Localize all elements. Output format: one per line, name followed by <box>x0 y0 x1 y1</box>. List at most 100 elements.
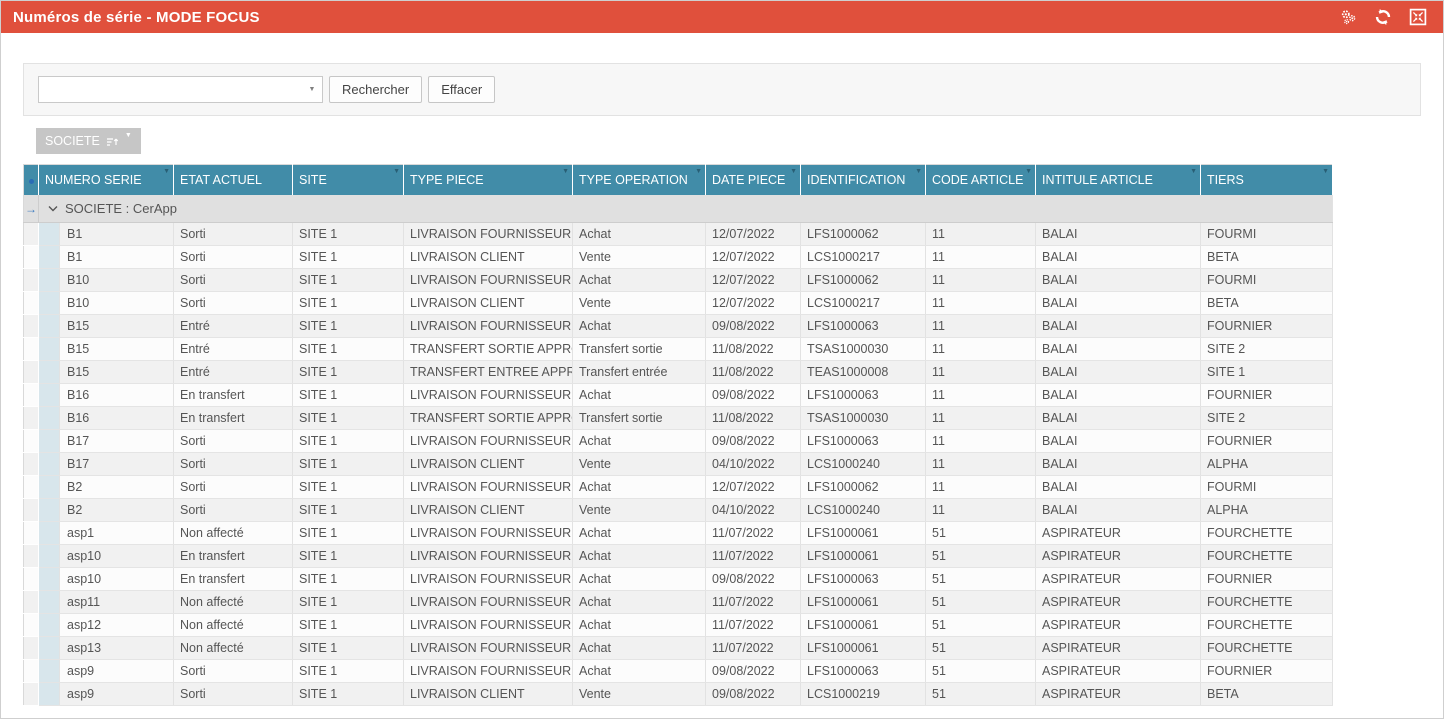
row-indicator[interactable] <box>24 269 39 292</box>
cell-identification[interactable]: LCS1000240 <box>801 453 926 476</box>
cell-type-operation[interactable]: Achat <box>573 430 706 453</box>
cell-date-piece[interactable]: 12/07/2022 <box>706 246 801 269</box>
cell-date-piece[interactable]: 12/07/2022 <box>706 476 801 499</box>
cell-code-article[interactable]: 11 <box>926 246 1036 269</box>
row-indicator[interactable] <box>24 591 39 614</box>
cell-type-operation[interactable]: Transfert sortie <box>573 338 706 361</box>
cell-identification[interactable]: LFS1000062 <box>801 269 926 292</box>
cell-site[interactable]: SITE 1 <box>293 522 404 545</box>
cell-site[interactable]: SITE 1 <box>293 499 404 522</box>
cell-site[interactable]: SITE 1 <box>293 384 404 407</box>
cell-tiers[interactable]: FOURCHETTE <box>1201 522 1333 545</box>
table-row[interactable]: B16En transfertSITE 1TRANSFERT SORTIE AP… <box>24 407 1333 430</box>
cell-type-piece[interactable]: TRANSFERT ENTREE APPRO <box>404 361 573 384</box>
cell-identification[interactable]: LFS1000061 <box>801 591 926 614</box>
table-row[interactable]: asp1Non affectéSITE 1LIVRAISON FOURNISSE… <box>24 522 1333 545</box>
column-header-tiers[interactable]: TIERS▼ <box>1201 165 1333 195</box>
cell-tiers[interactable]: FOURMI <box>1201 476 1333 499</box>
cell-intitule-article[interactable]: ASPIRATEUR <box>1036 637 1201 660</box>
cell-code-article[interactable]: 11 <box>926 223 1036 246</box>
cell-numero-serie[interactable]: B17 <box>39 453 174 476</box>
cell-code-article[interactable]: 51 <box>926 637 1036 660</box>
filter-icon[interactable]: ▼ <box>695 168 702 175</box>
cell-tiers[interactable]: FOURMI <box>1201 223 1333 246</box>
cell-site[interactable]: SITE 1 <box>293 407 404 430</box>
cell-type-operation[interactable]: Transfert entrée <box>573 361 706 384</box>
cell-etat-actuel[interactable]: En transfert <box>174 384 293 407</box>
cell-code-article[interactable]: 11 <box>926 407 1036 430</box>
cell-code-article[interactable]: 11 <box>926 476 1036 499</box>
cell-etat-actuel[interactable]: Sorti <box>174 683 293 706</box>
cell-tiers[interactable]: ALPHA <box>1201 453 1333 476</box>
cell-numero-serie[interactable]: B16 <box>39 384 174 407</box>
cell-intitule-article[interactable]: ASPIRATEUR <box>1036 591 1201 614</box>
cell-etat-actuel[interactable]: En transfert <box>174 568 293 591</box>
cell-date-piece[interactable]: 12/07/2022 <box>706 269 801 292</box>
cell-intitule-article[interactable]: BALAI <box>1036 407 1201 430</box>
cell-date-piece[interactable]: 11/07/2022 <box>706 614 801 637</box>
row-indicator[interactable] <box>24 361 39 384</box>
cell-tiers[interactable]: FOURCHETTE <box>1201 614 1333 637</box>
cell-type-piece[interactable]: LIVRAISON FOURNISSEUR <box>404 522 573 545</box>
cell-code-article[interactable]: 51 <box>926 545 1036 568</box>
cell-code-article[interactable]: 51 <box>926 614 1036 637</box>
cell-type-piece[interactable]: LIVRAISON FOURNISSEUR <box>404 223 573 246</box>
cell-identification[interactable]: LFS1000061 <box>801 614 926 637</box>
cell-intitule-article[interactable]: ASPIRATEUR <box>1036 545 1201 568</box>
cell-type-operation[interactable]: Achat <box>573 660 706 683</box>
cell-site[interactable]: SITE 1 <box>293 315 404 338</box>
cell-etat-actuel[interactable]: Sorti <box>174 499 293 522</box>
cell-type-operation[interactable]: Achat <box>573 568 706 591</box>
cell-date-piece[interactable]: 11/08/2022 <box>706 407 801 430</box>
column-header-identification[interactable]: IDENTIFICATION▼ <box>801 165 926 195</box>
cell-etat-actuel[interactable]: Sorti <box>174 269 293 292</box>
row-indicator[interactable] <box>24 660 39 683</box>
column-header-numero-serie[interactable]: NUMERO SERIE▼ <box>39 165 174 195</box>
cell-identification[interactable]: LFS1000063 <box>801 568 926 591</box>
cell-type-piece[interactable]: TRANSFERT SORTIE APPRO <box>404 338 573 361</box>
cell-type-operation[interactable]: Achat <box>573 269 706 292</box>
cell-code-article[interactable]: 11 <box>926 361 1036 384</box>
cell-code-article[interactable]: 51 <box>926 568 1036 591</box>
cell-code-article[interactable]: 11 <box>926 315 1036 338</box>
cell-site[interactable]: SITE 1 <box>293 223 404 246</box>
table-row[interactable]: B1SortiSITE 1LIVRAISON FOURNISSEURAchat1… <box>24 223 1333 246</box>
cell-site[interactable]: SITE 1 <box>293 568 404 591</box>
cell-code-article[interactable]: 11 <box>926 338 1036 361</box>
cell-site[interactable]: SITE 1 <box>293 637 404 660</box>
cell-type-operation[interactable]: Achat <box>573 591 706 614</box>
cell-type-piece[interactable]: LIVRAISON CLIENT <box>404 292 573 315</box>
row-indicator[interactable] <box>24 453 39 476</box>
cell-numero-serie[interactable]: B15 <box>39 338 174 361</box>
row-indicator[interactable] <box>24 499 39 522</box>
cell-intitule-article[interactable]: BALAI <box>1036 384 1201 407</box>
cell-numero-serie[interactable]: B15 <box>39 361 174 384</box>
cell-intitule-article[interactable]: BALAI <box>1036 430 1201 453</box>
cell-etat-actuel[interactable]: Non affecté <box>174 591 293 614</box>
cell-type-piece[interactable]: LIVRAISON FOURNISSEUR <box>404 591 573 614</box>
table-row[interactable]: asp9SortiSITE 1LIVRAISON FOURNISSEURAcha… <box>24 660 1333 683</box>
search-input[interactable] <box>39 77 302 102</box>
cell-etat-actuel[interactable]: Sorti <box>174 476 293 499</box>
cell-identification[interactable]: LCS1000219 <box>801 683 926 706</box>
cell-code-article[interactable]: 51 <box>926 522 1036 545</box>
cell-type-operation[interactable]: Achat <box>573 522 706 545</box>
cell-numero-serie[interactable]: asp10 <box>39 568 174 591</box>
table-row[interactable]: asp11Non affectéSITE 1LIVRAISON FOURNISS… <box>24 591 1333 614</box>
cell-intitule-article[interactable]: BALAI <box>1036 453 1201 476</box>
cell-type-piece[interactable]: LIVRAISON CLIENT <box>404 499 573 522</box>
row-indicator[interactable] <box>24 430 39 453</box>
cell-type-operation[interactable]: Achat <box>573 384 706 407</box>
cell-type-piece[interactable]: LIVRAISON CLIENT <box>404 683 573 706</box>
cell-code-article[interactable]: 11 <box>926 453 1036 476</box>
table-row[interactable]: B17SortiSITE 1LIVRAISON CLIENTVente04/10… <box>24 453 1333 476</box>
cell-etat-actuel[interactable]: Non affecté <box>174 637 293 660</box>
cell-intitule-article[interactable]: BALAI <box>1036 246 1201 269</box>
filter-icon[interactable]: ▼ <box>1190 168 1197 175</box>
clear-button[interactable]: Effacer <box>428 76 495 103</box>
cell-type-piece[interactable]: TRANSFERT SORTIE APPRO <box>404 407 573 430</box>
filter-icon[interactable]: ▼ <box>163 168 170 175</box>
row-indicator[interactable] <box>24 338 39 361</box>
cell-code-article[interactable]: 11 <box>926 499 1036 522</box>
cell-tiers[interactable]: FOURNIER <box>1201 660 1333 683</box>
